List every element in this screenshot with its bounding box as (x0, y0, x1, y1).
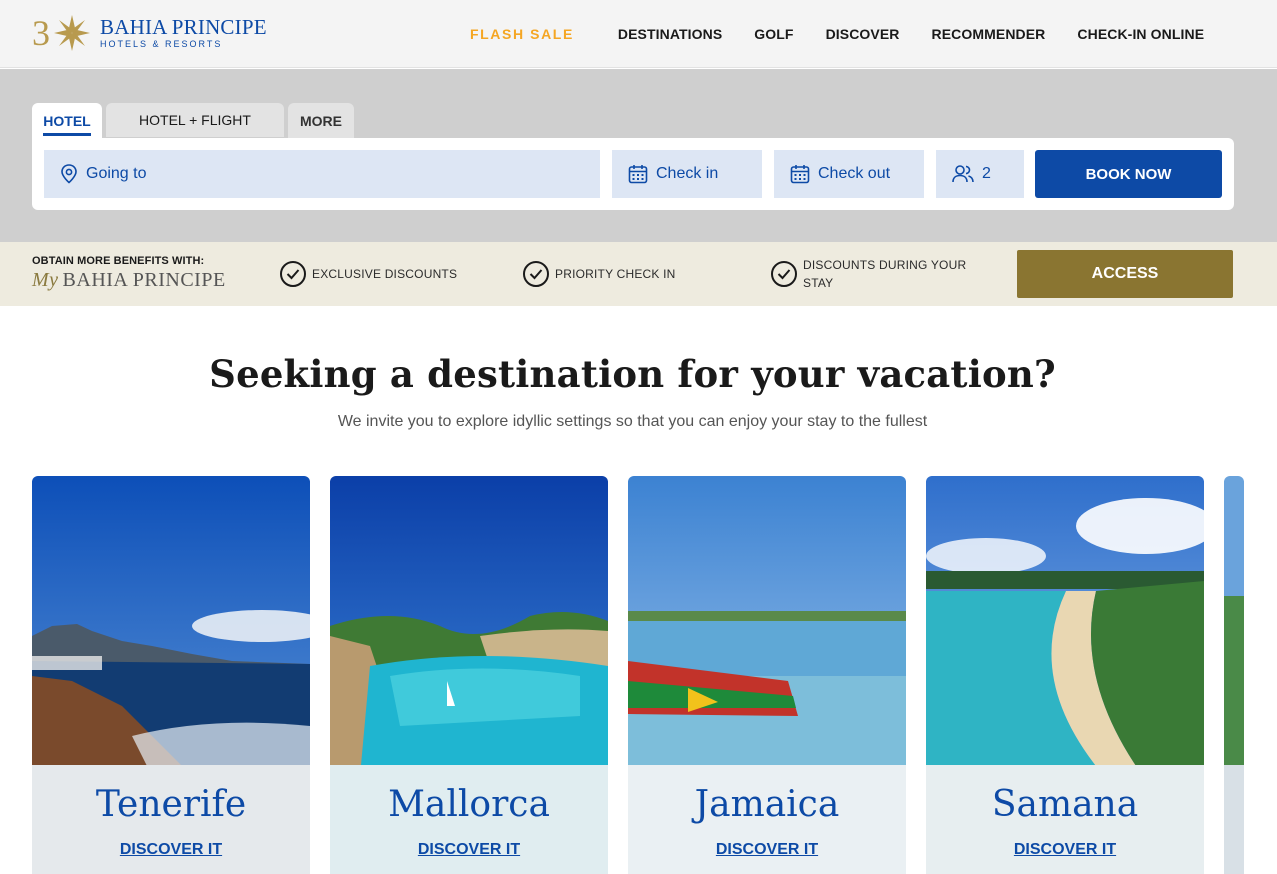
benefits-bar: OBTAIN MORE BENEFITS WITH: My BAHIA PRINC… (0, 242, 1277, 306)
benefit-item: PRIORITY CHECK IN (523, 242, 676, 306)
destination-name: Mallorca (388, 784, 550, 825)
benefit-label: EXCLUSIVE DISCOUNTS (312, 267, 458, 281)
site-header: 3 BAHIA PRINCIPE HOTELS & RESORTS FLASH … (0, 0, 1277, 68)
destination-card-jamaica[interactable]: Jamaica DISCOVER IT (628, 476, 906, 874)
search-tabs: HOTEL HOTEL + FLIGHT MORE (32, 103, 358, 139)
tab-more[interactable]: MORE (288, 103, 354, 139)
nav-destinations[interactable]: DESTINATIONS (618, 26, 722, 42)
brand-subtitle: HOTELS & RESORTS (100, 39, 223, 49)
discover-it-link[interactable]: DISCOVER IT (330, 841, 608, 859)
benefits-title: OBTAIN MORE BENEFITS WITH: My BAHIA PRINC… (32, 255, 226, 292)
location-pin-icon (61, 164, 77, 184)
brand-logo[interactable]: 3 BAHIA PRINCIPE HOTELS & RESORTS (32, 12, 267, 54)
nav-check-in-online[interactable]: CHECK-IN ONLINE (1077, 26, 1204, 42)
my-logo-name: BAHIA PRINCIPE (62, 269, 226, 291)
guests-count: 2 (982, 165, 991, 182)
destination-card-mallorca[interactable]: Mallorca DISCOVER IT (330, 476, 608, 874)
benefit-item: DISCOUNTS DURING YOUR STAY (771, 242, 971, 306)
search-form: Going to Check in Check out 2 BOOK NOW (32, 138, 1234, 210)
discover-it-link[interactable]: DISCOVER IT (32, 841, 310, 859)
access-button[interactable]: ACCESS (1017, 250, 1233, 298)
tab-hotel[interactable]: HOTEL (32, 103, 102, 139)
nav-flash-sale[interactable]: FLASH SALE (470, 26, 574, 42)
destination-placeholder: Going to (86, 165, 147, 182)
nav-golf[interactable]: GOLF (754, 26, 793, 42)
destination-field[interactable]: Going to (44, 150, 600, 198)
section-subheading: We invite you to explore idyllic setting… (337, 413, 928, 430)
destination-card-samana[interactable]: Samana DISCOVER IT (926, 476, 1204, 874)
check-circle-icon (771, 261, 797, 287)
search-section: HOTEL HOTEL + FLIGHT MORE Going to Check… (0, 69, 1277, 242)
destination-name: Samana (991, 784, 1139, 825)
brand-name: BAHIA PRINCIPE (100, 15, 267, 39)
benefit-label: DISCOUNTS DURING YOUR STAY (803, 258, 967, 290)
my-logo-prefix: My (32, 269, 59, 291)
benefits-obtain-text: OBTAIN MORE BENEFITS WITH: (32, 255, 205, 267)
nav-recommender[interactable]: RECOMMENDER (932, 26, 1046, 42)
destination-name: Tenerife (95, 784, 247, 825)
sun-logo-icon: 3 (32, 13, 90, 53)
check-circle-icon (523, 261, 549, 287)
destination-card-partial[interactable] (1224, 476, 1244, 874)
my-bahia-principe-logo: My BAHIA PRINCIPE (32, 269, 226, 292)
check-out-field[interactable]: Check out (774, 150, 924, 198)
guests-field[interactable]: 2 (936, 150, 1024, 198)
destination-card-tenerife[interactable]: Tenerife DISCOVER IT (32, 476, 310, 874)
check-in-placeholder: Check in (656, 165, 719, 182)
benefit-label: PRIORITY CHECK IN (555, 267, 676, 281)
check-circle-icon (280, 261, 306, 287)
tab-hotel-label: HOTEL (43, 113, 91, 136)
benefit-item: EXCLUSIVE DISCOUNTS (280, 242, 457, 306)
main-nav: FLASH SALE DESTINATIONS GOLF DISCOVER RE… (470, 0, 1236, 68)
calendar-icon (628, 165, 648, 184)
partial-destination-photo (1224, 476, 1244, 874)
tab-hotel-flight[interactable]: HOTEL + FLIGHT (106, 103, 284, 137)
nav-discover[interactable]: DISCOVER (826, 26, 900, 42)
destination-name: Jamaica (694, 784, 840, 825)
section-heading: Seeking a destination for your vacation? (209, 352, 1056, 396)
calendar-icon (790, 165, 810, 184)
check-in-field[interactable]: Check in (612, 150, 762, 198)
discover-it-link[interactable]: DISCOVER IT (628, 841, 906, 859)
discover-it-link[interactable]: DISCOVER IT (926, 841, 1204, 859)
svg-text:3: 3 (32, 13, 50, 53)
users-icon (952, 165, 974, 183)
check-out-placeholder: Check out (818, 165, 891, 182)
book-now-button[interactable]: BOOK NOW (1035, 150, 1222, 198)
